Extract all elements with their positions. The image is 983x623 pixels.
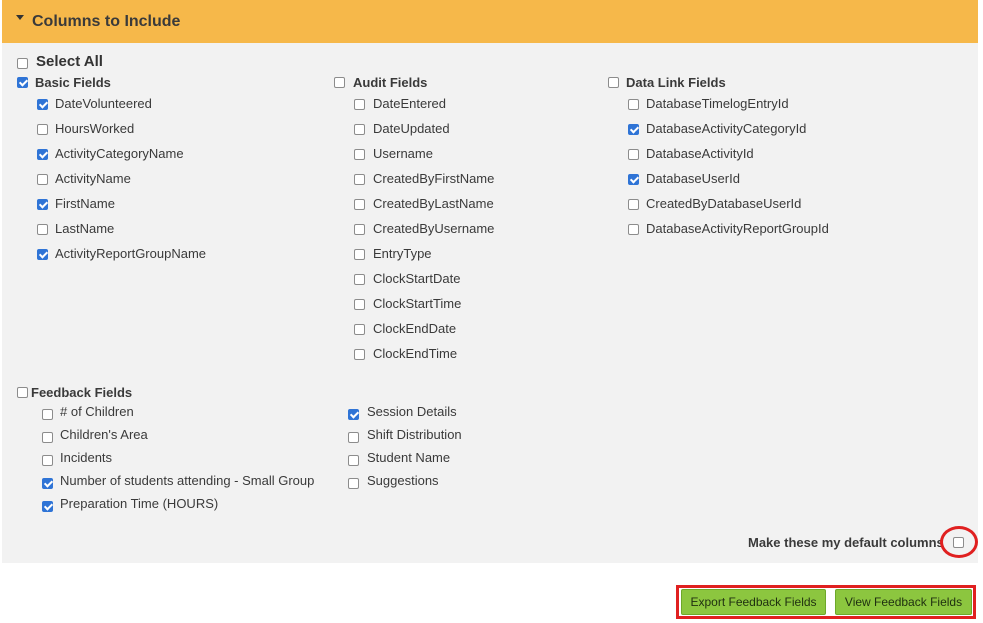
field-checkbox[interactable] [354, 349, 365, 360]
field-checkbox[interactable] [348, 409, 359, 420]
field-label: Preparation Time (HOURS) [60, 496, 219, 511]
field-label: DateUpdated [373, 121, 450, 136]
feedback-fields-checkbox[interactable] [17, 387, 28, 398]
caret-down-icon [16, 15, 24, 20]
field-checkbox[interactable] [628, 199, 639, 210]
field-label: Children's Area [60, 427, 148, 442]
view-feedback-fields-button[interactable]: View Feedback Fields [835, 589, 972, 615]
basic-fields-label: Basic Fields [35, 75, 111, 90]
field-label: EntryType [373, 246, 432, 261]
columns-panel-header[interactable]: Columns to Include [2, 0, 978, 43]
data-link-fields-checkbox[interactable] [608, 77, 619, 88]
field-checkbox[interactable] [37, 174, 48, 185]
field-checkbox[interactable] [354, 274, 365, 285]
field-label: LastName [55, 221, 115, 236]
field-label: FirstName [55, 196, 115, 211]
field-checkbox[interactable] [42, 478, 53, 489]
field-label: DatabaseActivityId [646, 146, 754, 161]
field-label: CreatedByUsername [373, 221, 495, 236]
export-feedback-fields-button[interactable]: Export Feedback Fields [681, 589, 826, 615]
field-checkbox[interactable] [42, 409, 53, 420]
field-label: Username [373, 146, 433, 161]
field-checkbox[interactable] [354, 174, 365, 185]
field-label: DatabaseActivityReportGroupId [646, 221, 829, 236]
basic-fields-checkbox[interactable] [17, 77, 28, 88]
field-label: ActivityCategoryName [55, 146, 184, 161]
field-checkbox[interactable] [354, 149, 365, 160]
audit-fields-checkbox[interactable] [334, 77, 345, 88]
select-all-label: Select All [36, 53, 103, 70]
panel-title: Columns to Include [32, 12, 181, 30]
field-checkbox[interactable] [37, 124, 48, 135]
field-checkbox[interactable] [42, 455, 53, 466]
field-label: Session Details [367, 404, 457, 419]
field-label: ActivityReportGroupName [55, 246, 206, 261]
field-label: # of Children [60, 404, 134, 419]
field-checkbox[interactable] [354, 224, 365, 235]
field-checkbox[interactable] [354, 249, 365, 260]
field-checkbox[interactable] [628, 149, 639, 160]
field-checkbox[interactable] [37, 149, 48, 160]
field-checkbox[interactable] [354, 199, 365, 210]
field-checkbox[interactable] [42, 432, 53, 443]
field-checkbox[interactable] [628, 99, 639, 110]
field-label: ClockStartDate [373, 271, 461, 286]
field-label: ClockEndDate [373, 321, 457, 336]
field-label: CreatedByFirstName [373, 171, 495, 186]
field-checkbox[interactable] [354, 324, 365, 335]
field-label: Shift Distribution [367, 427, 462, 442]
feedback-fields-label: Feedback Fields [31, 385, 133, 400]
field-checkbox[interactable] [348, 455, 359, 466]
field-label: Suggestions [367, 473, 439, 488]
highlight-circle [940, 526, 978, 558]
field-checkbox[interactable] [354, 299, 365, 310]
default-columns-label: Make these my default columns [748, 535, 944, 550]
field-checkbox[interactable] [37, 199, 48, 210]
field-checkbox[interactable] [348, 432, 359, 443]
field-checkbox[interactable] [628, 174, 639, 185]
field-label: DatabaseActivityCategoryId [646, 121, 807, 136]
field-label: Student Name [367, 450, 451, 465]
audit-fields-label: Audit Fields [353, 75, 428, 90]
field-label: Incidents [60, 450, 113, 465]
field-label: DatabaseUserId [646, 171, 740, 186]
field-checkbox[interactable] [354, 124, 365, 135]
field-checkbox[interactable] [42, 501, 53, 512]
field-checkbox[interactable] [628, 124, 639, 135]
field-label: DatabaseTimelogEntryId [646, 96, 789, 111]
field-checkbox[interactable] [37, 249, 48, 260]
field-checkbox[interactable] [37, 224, 48, 235]
field-label: ClockEndTime [373, 346, 458, 361]
select-all-checkbox[interactable] [17, 58, 28, 69]
field-label: ClockStartTime [373, 296, 462, 311]
field-label: CreatedByDatabaseUserId [646, 196, 802, 211]
field-label: DateVolunteered [55, 96, 152, 111]
field-label: Number of students attending - Small Gro… [60, 473, 315, 488]
field-label: ActivityName [55, 171, 131, 186]
field-label: DateEntered [373, 96, 446, 111]
field-checkbox[interactable] [37, 99, 48, 110]
data-link-fields-label: Data Link Fields [626, 75, 726, 90]
field-label: CreatedByLastName [373, 196, 494, 211]
field-label: HoursWorked [55, 121, 135, 136]
field-checkbox[interactable] [628, 224, 639, 235]
field-checkbox[interactable] [348, 478, 359, 489]
field-checkbox[interactable] [354, 99, 365, 110]
